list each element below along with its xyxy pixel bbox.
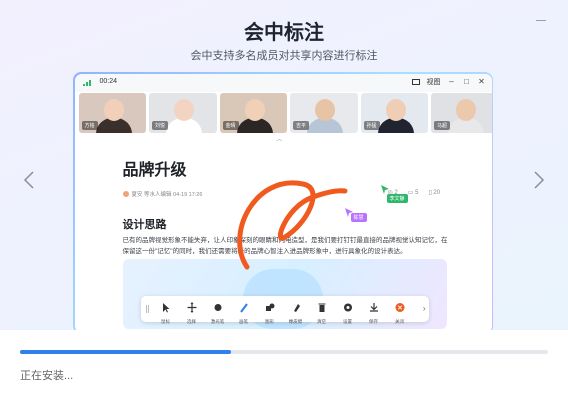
tool-settings[interactable]: 设置 — [337, 300, 359, 325]
tool-label: 选择 — [187, 318, 196, 324]
close-icon — [395, 302, 404, 312]
save-icon — [369, 302, 378, 312]
tool-clear[interactable]: 清空 — [311, 300, 333, 325]
tool-eraser[interactable]: 橡皮擦 — [285, 300, 307, 325]
tool-close[interactable]: 关闭 — [389, 300, 411, 325]
move-icon — [187, 301, 196, 313]
meeting-app: 00:24 视图 – □ ✕ 方铭 刘悦 金晴 吉平 孙猛 马超 ︿ 品牌升级 夏安 等水… — [74, 73, 492, 330]
tool-label: 橡皮擦 — [288, 318, 303, 324]
tool-label: 关闭 — [395, 318, 404, 324]
clear-icon — [318, 303, 325, 312]
next-slide-button[interactable] — [532, 170, 546, 190]
tool-label: 激光笔 — [210, 318, 225, 324]
prev-slide-button[interactable] — [22, 170, 36, 190]
pointer-icon — [162, 302, 169, 312]
laser-icon — [214, 303, 221, 311]
tool-move[interactable]: 选择 — [181, 300, 203, 325]
feature-carousel: 会中标注 会中支持多名成员对共享内容进行标注 00:24 视图 – □ ✕ 方铭… — [0, 0, 568, 330]
annotation-toolbar: › 鼠标 选择 激光笔 画笔 图形 橡皮擦 清空 设置 保存 关闭 — [140, 295, 429, 325]
drag-handle[interactable] — [145, 304, 149, 313]
tool-save[interactable]: 保存 — [363, 300, 385, 325]
tool-label: 清空 — [317, 318, 326, 324]
pen-icon — [239, 302, 248, 313]
preview-window: 00:24 视图 – □ ✕ 方铭 刘悦 金晴 吉平 孙猛 马超 ︿ 品牌升级 夏安 等水… — [73, 72, 493, 330]
settings-icon — [343, 303, 352, 311]
toolbar-more-chevron-icon[interactable]: › — [423, 304, 426, 313]
tool-label: 鼠标 — [161, 318, 170, 324]
progress-fill — [20, 350, 232, 354]
annotation-stroke — [236, 179, 347, 269]
eraser-icon — [293, 303, 300, 312]
tool-label: 保存 — [369, 318, 378, 324]
tool-pointer[interactable]: 鼠标 — [155, 300, 177, 325]
chevron-left-icon — [23, 171, 34, 189]
chevron-right-icon — [534, 171, 545, 189]
feature-subtitle: 会中支持多名成员对共享内容进行标注 — [190, 50, 378, 62]
tool-pen[interactable]: 画笔 — [233, 300, 255, 325]
progress-track — [20, 350, 548, 354]
tool-label: 设置 — [343, 318, 352, 324]
install-status: 正在安装... — [20, 370, 74, 382]
install-footer: 正在安装... — [0, 330, 568, 406]
tool-shape[interactable]: 图形 — [259, 300, 281, 325]
tool-laser[interactable]: 激光笔 — [207, 300, 229, 325]
tool-label: 图形 — [265, 318, 274, 324]
feature-title: 会中标注 — [244, 22, 324, 44]
shape-icon — [265, 303, 274, 311]
tool-label: 画笔 — [239, 318, 248, 324]
